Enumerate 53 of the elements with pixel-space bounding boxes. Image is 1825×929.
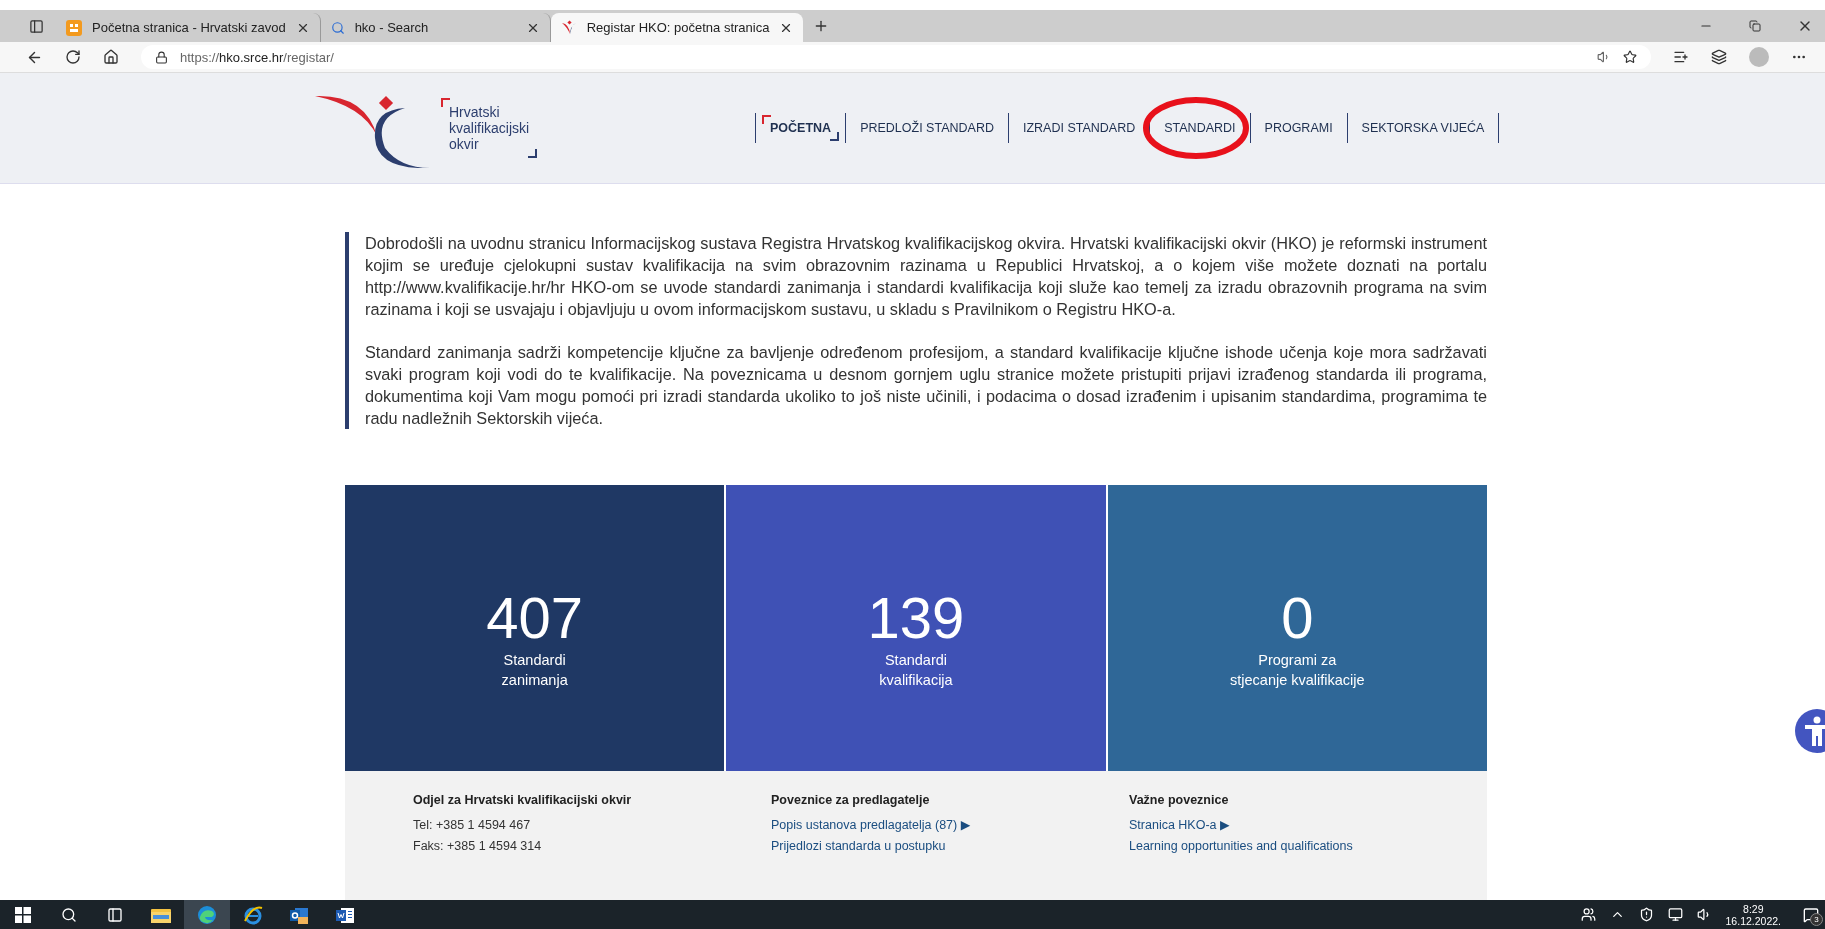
footer-link[interactable]: Learning opportunities and qualifications <box>1129 839 1487 854</box>
stat-label: Standardi kvalifikacija <box>879 651 953 690</box>
add-favorite-icon[interactable] <box>1623 50 1637 64</box>
restore-icon[interactable] <box>1749 20 1761 32</box>
home-icon[interactable] <box>103 49 119 65</box>
security-alert-icon[interactable] <box>1638 907 1654 922</box>
nav-link[interactable]: IZRADI STANDARD <box>1008 113 1151 143</box>
stat-label: Programi za stjecanje kvalifikacije <box>1230 651 1365 690</box>
tab-title: Početna stranica - Hrvatski zavod <box>92 20 286 35</box>
footer-heading: Važne poveznice <box>1129 793 1230 808</box>
footer-heading: Odjel za Hrvatski kvalifikacijski okvir <box>413 793 633 808</box>
browser-tab[interactable]: Registar HKO: početna stranica <box>550 13 804 42</box>
nav-link[interactable]: PROGRAMI <box>1250 113 1348 143</box>
windows-logo-icon <box>15 906 31 923</box>
tab-title: hko - Search <box>354 20 430 35</box>
footer-text: Tel: +385 1 4594 467 <box>413 818 532 833</box>
reload-icon[interactable] <box>65 49 81 65</box>
favorites-icon[interactable] <box>1673 49 1689 65</box>
footer-heading: Poveznice za predlagatelje <box>771 793 931 808</box>
footer-link[interactable]: Popis ustanova predlagatelja (87) ▶ <box>771 818 1129 833</box>
stat-label: Standardi zanimanja <box>501 651 568 690</box>
stat-value: 139 <box>867 586 965 650</box>
notification-count: 3 <box>1810 912 1823 926</box>
stat-tile[interactable]: 407 Standardi zanimanja <box>345 485 725 771</box>
collections-icon[interactable] <box>1711 49 1727 65</box>
network-icon[interactable] <box>1667 907 1683 922</box>
url-text: https://hko.srce.hr/registar/ <box>180 49 335 65</box>
footer-text: Faks: +385 1 4594 314 <box>413 839 543 854</box>
footer-link[interactable]: Stranica HKO-a ▶ <box>1129 818 1487 833</box>
site-favicon-icon <box>66 19 82 36</box>
edge-browser-icon <box>197 904 217 925</box>
footer-link[interactable]: Prijedlozi standarda u postupku <box>771 839 1129 854</box>
accessibility-figure-icon <box>1804 716 1825 746</box>
internet-explorer-icon <box>243 904 263 925</box>
intro-paragraph: Standard zanimanja sadrži kompetencije ključne za bavljenje određenom profesijom, a standard kvalifikacije ključne ishode učenja koje mora sadržavati svaki program koji vodi do te kvalifikacije. Na poveznicama u desnom gornjem uglu stranice možete pristupiti prijavi izrađenog standarda ili programa, dokumentima koji Vam mogu pomoći pri izradi standarda ukoliko to još niste učinili, i podacima o dosad izrađenim i upisanim standardima, programima te radu nadležnih Sektorskih vijeća. <box>365 342 1487 429</box>
nav-link[interactable]: PREDLOŽI STANDARD <box>846 113 1009 143</box>
logo-text: Hrvatski kvalifikacijski okvir <box>441 98 538 158</box>
nav-link[interactable]: POČETNA <box>756 113 847 143</box>
intro-paragraph: Dobrodošli na uvodnu stranicu Informacijskog sustava Registra Hrvatskog kvalifikacijskog okvira. Hrvatski kvalifikacijski okvir (HKO) je reformski instrument kojim se uređuje cjelokupni sustav kvalifikacija na svim obrazovnim razinama u Republici Hrvatskoj, a o kojem više možete doznati na portalu http://www.kvalifikacije.hr/hr HKO-om se uvode standardi zanimanja i standardi kvalifikacija koji služe kao temelj za izradu obrazovnih programa na svim razinama i koji se usvajaju i objavljuju u ovom informacijskom sustavu, u skladu s Pravilnikom o Registru HKO-a. <box>365 233 1487 320</box>
search-icon <box>330 20 345 35</box>
stat-tile[interactable]: 0 Programi za stjecanje kvalifikacije <box>1107 485 1487 771</box>
clock-time: 8:29 <box>1743 902 1764 915</box>
stat-value: 0 <box>1281 586 1314 650</box>
tab-title: Registar HKO: početna stranica <box>586 20 770 35</box>
clock-date: 16.12.2022. <box>1725 914 1781 927</box>
address-bar[interactable]: https://hko.srce.hr/registar/ <box>141 45 1651 69</box>
lock-icon <box>155 50 168 64</box>
nav-link[interactable]: SEKTORSKA VIJEĆA <box>1347 113 1500 143</box>
stat-tile[interactable]: 139 Standardi kvalifikacija <box>726 485 1106 771</box>
people-icon[interactable] <box>1580 907 1596 922</box>
clock[interactable]: 8:29 16.12.2022. <box>1725 902 1781 927</box>
folder-icon <box>151 906 171 923</box>
stat-value: 407 <box>486 586 584 650</box>
